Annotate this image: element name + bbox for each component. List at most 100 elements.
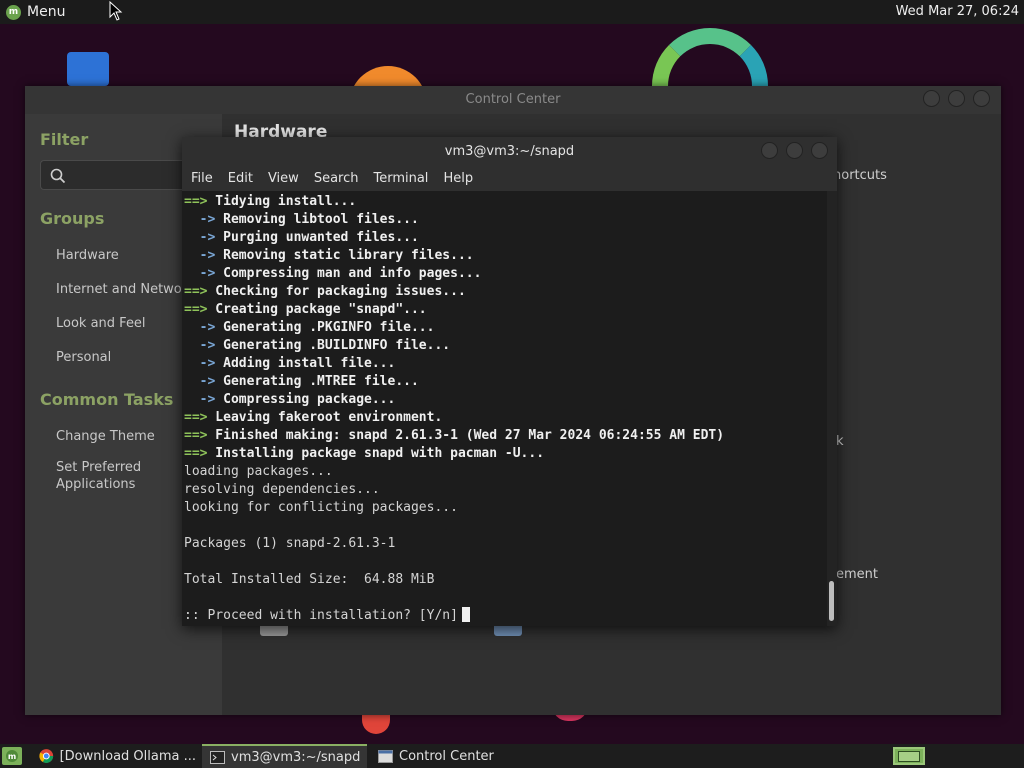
terminal-line: ==> Finished making: snapd 2.61.3-1 (Wed… [184,427,724,445]
text-cursor [461,607,470,622]
maximize-button[interactable] [786,142,803,159]
arrow-marker: ==> [184,284,208,299]
terminal-line: -> Compressing man and info pages... [184,265,724,283]
terminal-line-text: Total Installed Size: 64.88 MiB [184,572,435,587]
management-label-partial[interactable]: ement [836,567,878,582]
menu-button[interactable]: m Menu [6,3,65,21]
sub-marker: -> [184,266,216,281]
menu-terminal[interactable]: Terminal [373,167,435,191]
terminal-line-text: Generating .BUILDINFO file... [215,338,451,353]
terminal-line-text: Adding install file... [215,356,396,371]
terminal-line-text: Packages (1) snapd-2.61.3-1 [184,536,396,551]
sub-marker: -> [184,212,216,227]
terminal-line-text: loading packages... [184,464,333,479]
terminal-line: ==> Creating package "snapd"... [184,301,724,319]
menu-help[interactable]: Help [443,167,480,191]
terminal-line-text: Leaving fakeroot environment. [207,410,443,425]
terminal-line: -> Generating .MTREE file... [184,373,724,391]
menu-edit[interactable]: Edit [228,167,260,191]
terminal-line: Total Installed Size: 64.88 MiB [184,571,724,589]
search-icon [50,168,66,184]
terminal-icon [210,750,225,764]
arrow-marker: ==> [184,410,208,425]
workspace-switcher[interactable] [893,747,925,765]
mouse-cursor-icon [109,1,123,21]
menu-view[interactable]: View [268,167,306,191]
minimize-button[interactable] [923,90,940,107]
terminal-line: -> Compressing package... [184,391,724,409]
terminal-titlebar[interactable]: vm3@vm3:~/snapd [182,137,837,167]
terminal-line-text: Installing package snapd with pacman -U.… [207,446,545,461]
task-set-preferred-applications[interactable]: Set Preferred Applications [56,459,166,493]
item-label-partial[interactable]: k [836,434,844,449]
taskbar-item-label: Control Center [399,748,494,764]
bottom-menu-button[interactable]: m [2,747,22,765]
sub-marker: -> [184,248,216,263]
terminal-line: -> Removing libtool files... [184,211,724,229]
close-button[interactable] [811,142,828,159]
terminal-menubar: File Edit View Search Terminal Help [182,167,837,191]
terminal-line: Packages (1) snapd-2.61.3-1 [184,535,724,553]
terminal-line: ==> Installing package snapd with pacman… [184,445,724,463]
arrow-marker: ==> [184,194,208,209]
menu-label: Menu [27,4,66,20]
terminal-line-text: Tidying install... [207,194,357,209]
sub-marker: -> [184,230,216,245]
terminal-line-text: Compressing package... [215,392,396,407]
taskbar-item-browser[interactable]: [Download Ollama ... [31,744,196,768]
terminal-title: vm3@vm3:~/snapd [444,144,575,159]
terminal-scrollbar[interactable] [827,191,837,626]
terminal-lines: ==> Tidying install... -> Removing libto… [184,193,724,625]
terminal-line: looking for conflicting packages... [184,499,724,517]
clock[interactable]: Wed Mar 27, 06:24 [896,4,1019,19]
terminal-line: resolving dependencies... [184,481,724,499]
sub-marker: -> [184,320,216,335]
terminal-line-text: Compressing man and info pages... [215,266,482,281]
arrow-marker: ==> [184,302,208,317]
minimize-button[interactable] [761,142,778,159]
bottom-panel: m [Download Ollama ... vm3@vm3:~/snapd C… [0,744,1024,768]
terminal-line-text: looking for conflicting packages... [184,500,458,515]
terminal-line: :: Proceed with installation? [Y/n] [184,607,724,625]
terminal-line: -> Generating .PKGINFO file... [184,319,724,337]
terminal-line: -> Adding install file... [184,355,724,373]
close-button[interactable] [973,90,990,107]
terminal-line: loading packages... [184,463,724,481]
window-icon [378,749,393,763]
terminal-line-text: resolving dependencies... [184,482,380,497]
terminal-line: -> Generating .BUILDINFO file... [184,337,724,355]
menu-search[interactable]: Search [314,167,366,191]
app-icon-fragment[interactable] [494,626,522,636]
terminal-line-text: Checking for packaging issues... [207,284,466,299]
mint-logo-icon: m [6,750,18,762]
terminal-line: ==> Tidying install... [184,193,724,211]
chrome-icon [39,749,54,763]
terminal-line-text: Creating package "snapd"... [207,302,427,317]
arrow-marker: ==> [184,428,208,443]
taskbar-item-label: [Download Ollama ... [59,748,196,764]
sub-marker: -> [184,374,216,389]
desktop-app-icon[interactable] [67,52,109,86]
terminal-line: -> Purging unwanted files... [184,229,724,247]
sub-marker: -> [184,356,216,371]
terminal-output[interactable]: ==> Tidying install... -> Removing libto… [182,191,827,626]
maximize-button[interactable] [948,90,965,107]
taskbar-item-control-center[interactable]: Control Center [370,744,535,768]
scrollbar-thumb[interactable] [829,581,834,621]
taskbar-item-label: vm3@vm3:~/snapd [231,749,361,765]
terminal-window: vm3@vm3:~/snapd File Edit View Search Te… [182,137,837,626]
sub-marker: -> [184,392,216,407]
terminal-line: ==> Leaving fakeroot environment. [184,409,724,427]
control-center-titlebar[interactable]: Control Center [25,86,1001,114]
shortcuts-label-partial[interactable]: hortcuts [833,168,887,183]
menu-file[interactable]: File [191,167,220,191]
terminal-line-text: Removing static library files... [215,248,474,263]
top-panel: m Menu Wed Mar 27, 06:24 [0,0,1024,24]
terminal-line-text: Removing libtool files... [215,212,419,227]
arrow-marker: ==> [184,446,208,461]
app-icon-fragment[interactable] [260,626,288,636]
taskbar-item-terminal[interactable]: vm3@vm3:~/snapd [202,744,367,768]
